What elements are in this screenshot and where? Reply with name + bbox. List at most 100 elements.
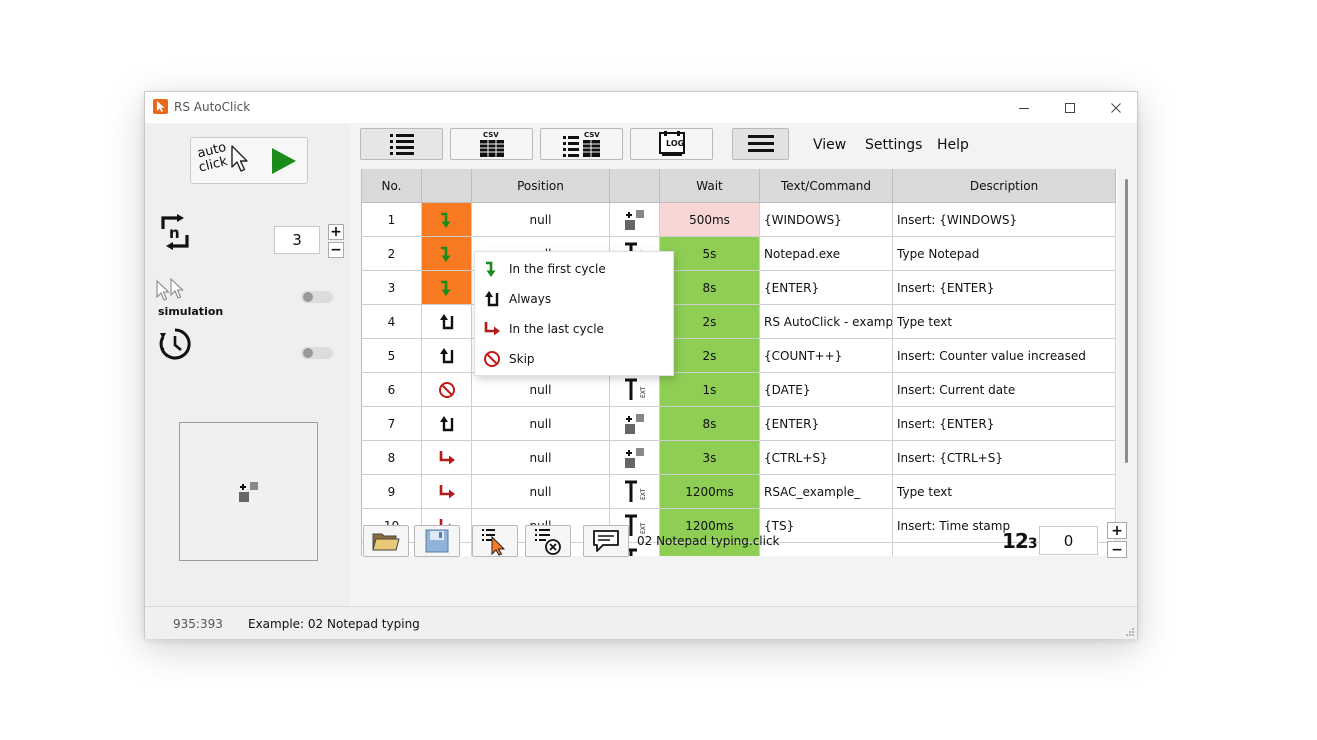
column-header[interactable]: Wait — [660, 169, 760, 202]
column-header[interactable] — [610, 169, 660, 202]
table-row[interactable]: 6 null EXT 1s {DATE} Insert: Current date — [362, 373, 1116, 407]
row-number[interactable]: 1 — [362, 203, 422, 236]
row-position[interactable]: null — [472, 203, 610, 236]
row-description[interactable]: Insert: {ENTER} — [893, 271, 1116, 304]
menu-item-first-cycle[interactable]: In the first cycle — [475, 254, 673, 284]
table-row[interactable]: 7 null 8s {ENTER} Insert: {ENTER} — [362, 407, 1116, 441]
row-cycle[interactable] — [422, 373, 472, 406]
row-number[interactable]: 9 — [362, 475, 422, 508]
row-description[interactable]: Type Notepad — [893, 237, 1116, 270]
menu-help[interactable]: Help — [937, 137, 969, 153]
row-cycle[interactable] — [422, 271, 472, 304]
row-text[interactable]: {DATE} — [760, 373, 893, 406]
simulation-toggle[interactable] — [301, 291, 333, 303]
row-position[interactable]: null — [472, 475, 610, 508]
menu-item-last-cycle[interactable]: In the last cycle — [475, 314, 673, 344]
last-cycle-icon — [438, 450, 456, 466]
row-wait[interactable]: 8s — [660, 271, 760, 304]
save-file-button[interactable] — [414, 525, 460, 557]
column-header[interactable]: Description — [893, 169, 1116, 202]
table-row[interactable]: 9 null EXT 1200ms RSAC_example_ Type text — [362, 475, 1116, 509]
row-text[interactable]: Notepad.exe — [760, 237, 893, 270]
row-description[interactable]: Insert: Current date — [893, 373, 1116, 406]
row-text[interactable]: {COUNT++} — [760, 339, 893, 372]
row-wait[interactable]: 3s — [660, 441, 760, 474]
menu-view[interactable]: View — [813, 137, 846, 153]
row-number[interactable]: 3 — [362, 271, 422, 304]
comment-button[interactable] — [583, 525, 629, 557]
maximize-button[interactable] — [1047, 92, 1093, 123]
row-cycle[interactable] — [422, 407, 472, 440]
row-cycle[interactable] — [422, 339, 472, 372]
row-number[interactable]: 4 — [362, 305, 422, 338]
row-text[interactable]: RSAC_example_ — [760, 475, 893, 508]
row-wait[interactable]: 1s — [660, 373, 760, 406]
delete-list-button[interactable] — [525, 525, 571, 557]
row-cycle[interactable] — [422, 305, 472, 338]
table-row[interactable]: 1 null 500ms {WINDOWS} Insert: {WINDOWS} — [362, 203, 1116, 237]
counter-decrement-button[interactable]: − — [1107, 541, 1127, 558]
row-wait[interactable]: 1200ms — [660, 475, 760, 508]
row-description[interactable]: Insert: {CTRL+S} — [893, 441, 1116, 474]
row-description[interactable]: Type text — [893, 305, 1116, 338]
csv-list-button[interactable]: CSV — [540, 128, 623, 160]
row-wait[interactable]: 5s — [660, 237, 760, 270]
column-header[interactable] — [422, 169, 472, 202]
row-number[interactable]: 7 — [362, 407, 422, 440]
row-wait[interactable]: 8s — [660, 407, 760, 440]
row-action[interactable] — [610, 441, 660, 474]
csv-grid-button[interactable]: CSV — [450, 128, 533, 160]
row-number[interactable]: 8 — [362, 441, 422, 474]
record-click-button[interactable] — [472, 525, 518, 557]
repeat-decrement-button[interactable]: − — [328, 242, 344, 258]
start-button[interactable]: auto click — [190, 137, 308, 184]
row-cycle[interactable] — [422, 475, 472, 508]
row-action[interactable] — [610, 407, 660, 440]
row-action[interactable] — [610, 203, 660, 236]
column-header[interactable]: No. — [362, 169, 422, 202]
counter-input[interactable]: 0 — [1039, 526, 1098, 555]
repeat-count-input[interactable]: 3 — [274, 226, 320, 254]
row-description[interactable]: Insert: {WINDOWS} — [893, 203, 1116, 236]
menu-settings[interactable]: Settings — [865, 137, 922, 153]
row-text[interactable]: RS AutoClick - examp... — [760, 305, 893, 338]
row-cycle[interactable] — [422, 441, 472, 474]
table-row[interactable]: 8 null 3s {CTRL+S} Insert: {CTRL+S} — [362, 441, 1116, 475]
row-position[interactable]: null — [472, 441, 610, 474]
row-number[interactable]: 2 — [362, 237, 422, 270]
log-button[interactable]: LOG — [630, 128, 713, 160]
row-cycle[interactable] — [422, 203, 472, 236]
row-number[interactable]: 6 — [362, 373, 422, 406]
table-scrollbar[interactable] — [1125, 179, 1128, 463]
row-position[interactable]: null — [472, 407, 610, 440]
row-text[interactable]: {ENTER} — [760, 407, 893, 440]
row-wait[interactable]: 500ms — [660, 203, 760, 236]
row-text[interactable]: {WINDOWS} — [760, 203, 893, 236]
row-wait[interactable]: 2s — [660, 305, 760, 338]
menu-item-skip[interactable]: Skip — [475, 344, 673, 374]
repeat-increment-button[interactable]: + — [328, 224, 344, 240]
row-wait[interactable]: 2s — [660, 339, 760, 372]
row-description[interactable]: Insert: {ENTER} — [893, 407, 1116, 440]
counter-increment-button[interactable]: + — [1107, 522, 1127, 539]
row-description[interactable]: Type text — [893, 475, 1116, 508]
list-view-button[interactable] — [360, 128, 443, 160]
timer-toggle[interactable] — [301, 347, 333, 359]
column-header[interactable]: Text/Command — [760, 169, 893, 202]
row-position[interactable]: null — [472, 373, 610, 406]
resize-grip-icon[interactable] — [1125, 627, 1135, 637]
minimize-button[interactable] — [1001, 92, 1047, 123]
hamburger-menu-button[interactable] — [732, 128, 789, 160]
menu-item-always[interactable]: Always — [475, 284, 673, 314]
row-text[interactable]: {CTRL+S} — [760, 441, 893, 474]
column-header[interactable]: Position — [472, 169, 610, 202]
row-description[interactable]: Insert: Counter value increased — [893, 339, 1116, 372]
row-text[interactable]: {ENTER} — [760, 271, 893, 304]
row-action[interactable]: EXT — [610, 475, 660, 508]
row-cycle[interactable] — [422, 237, 472, 270]
open-file-button[interactable] — [363, 525, 409, 557]
row-action[interactable]: EXT — [610, 373, 660, 406]
row-number[interactable]: 5 — [362, 339, 422, 372]
list-icon — [389, 134, 414, 155]
close-button[interactable] — [1093, 92, 1139, 123]
